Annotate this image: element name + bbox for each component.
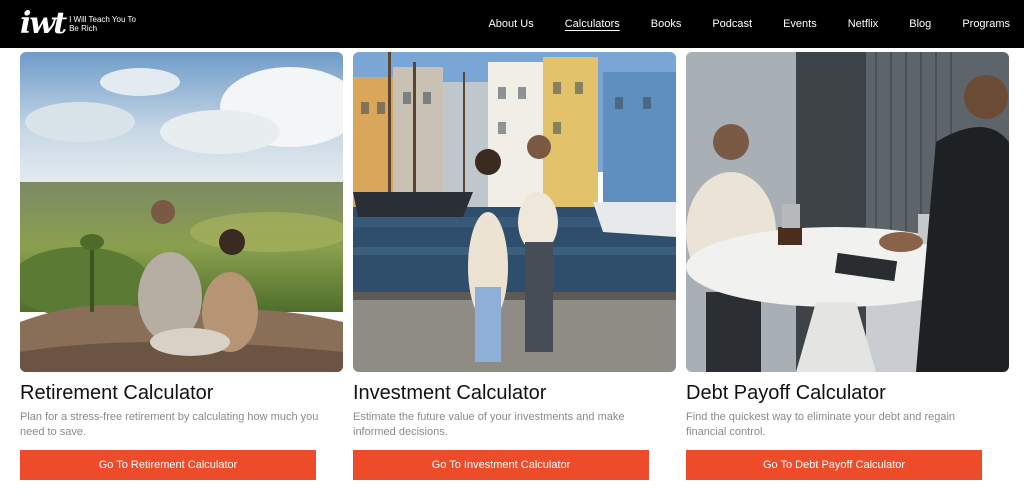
nav-events[interactable]: Events bbox=[783, 18, 817, 30]
card-title: Debt Payoff Calculator bbox=[686, 382, 886, 404]
debt-payoff-photo bbox=[686, 52, 1009, 372]
go-to-retirement-calculator-button[interactable]: Go To Retirement Calculator bbox=[20, 450, 316, 480]
go-to-investment-calculator-button[interactable]: Go To Investment Calculator bbox=[353, 450, 649, 480]
meeting-at-table-image bbox=[686, 52, 1009, 372]
card-description: Find the quickest way to eliminate your … bbox=[686, 411, 956, 438]
retirement-photo bbox=[20, 52, 343, 372]
logo-mark: iwt bbox=[20, 6, 67, 41]
nav-podcast[interactable]: Podcast bbox=[712, 18, 752, 30]
retirement-calculator-card: Retirement Calculator Plan for a stress-… bbox=[20, 52, 343, 492]
couple-on-cliff-image bbox=[20, 52, 343, 372]
nav-calculators[interactable]: Calculators bbox=[565, 18, 620, 30]
site-logo[interactable]: iwt I Will Teach You To Be Rich bbox=[20, 6, 140, 42]
card-description: Plan for a stress-free retirement by cal… bbox=[20, 411, 319, 438]
couple-by-harbor-image bbox=[353, 52, 676, 372]
card-description: Estimate the future value of your invest… bbox=[353, 411, 625, 438]
investment-calculator-card: Investment Calculator Estimate the futur… bbox=[353, 52, 676, 492]
card-title: Retirement Calculator bbox=[20, 382, 214, 404]
nav-books[interactable]: Books bbox=[651, 18, 682, 30]
go-to-debt-payoff-calculator-button[interactable]: Go To Debt Payoff Calculator bbox=[686, 450, 982, 480]
nav-about-us[interactable]: About Us bbox=[488, 18, 533, 30]
debt-payoff-calculator-card: Debt Payoff Calculator Find the quickest… bbox=[686, 52, 1009, 492]
main-nav: About Us Calculators Books Podcast Event… bbox=[457, 0, 1010, 48]
investment-photo bbox=[353, 52, 676, 372]
card-title: Investment Calculator bbox=[353, 382, 547, 404]
calculator-cards: Retirement Calculator Plan for a stress-… bbox=[20, 52, 1010, 492]
nav-blog[interactable]: Blog bbox=[909, 18, 931, 30]
logo-text: I Will Teach You To Be Rich bbox=[69, 15, 136, 33]
nav-programs[interactable]: Programs bbox=[962, 18, 1010, 30]
site-header: iwt I Will Teach You To Be Rich About Us… bbox=[0, 0, 1024, 48]
nav-netflix[interactable]: Netflix bbox=[848, 18, 879, 30]
